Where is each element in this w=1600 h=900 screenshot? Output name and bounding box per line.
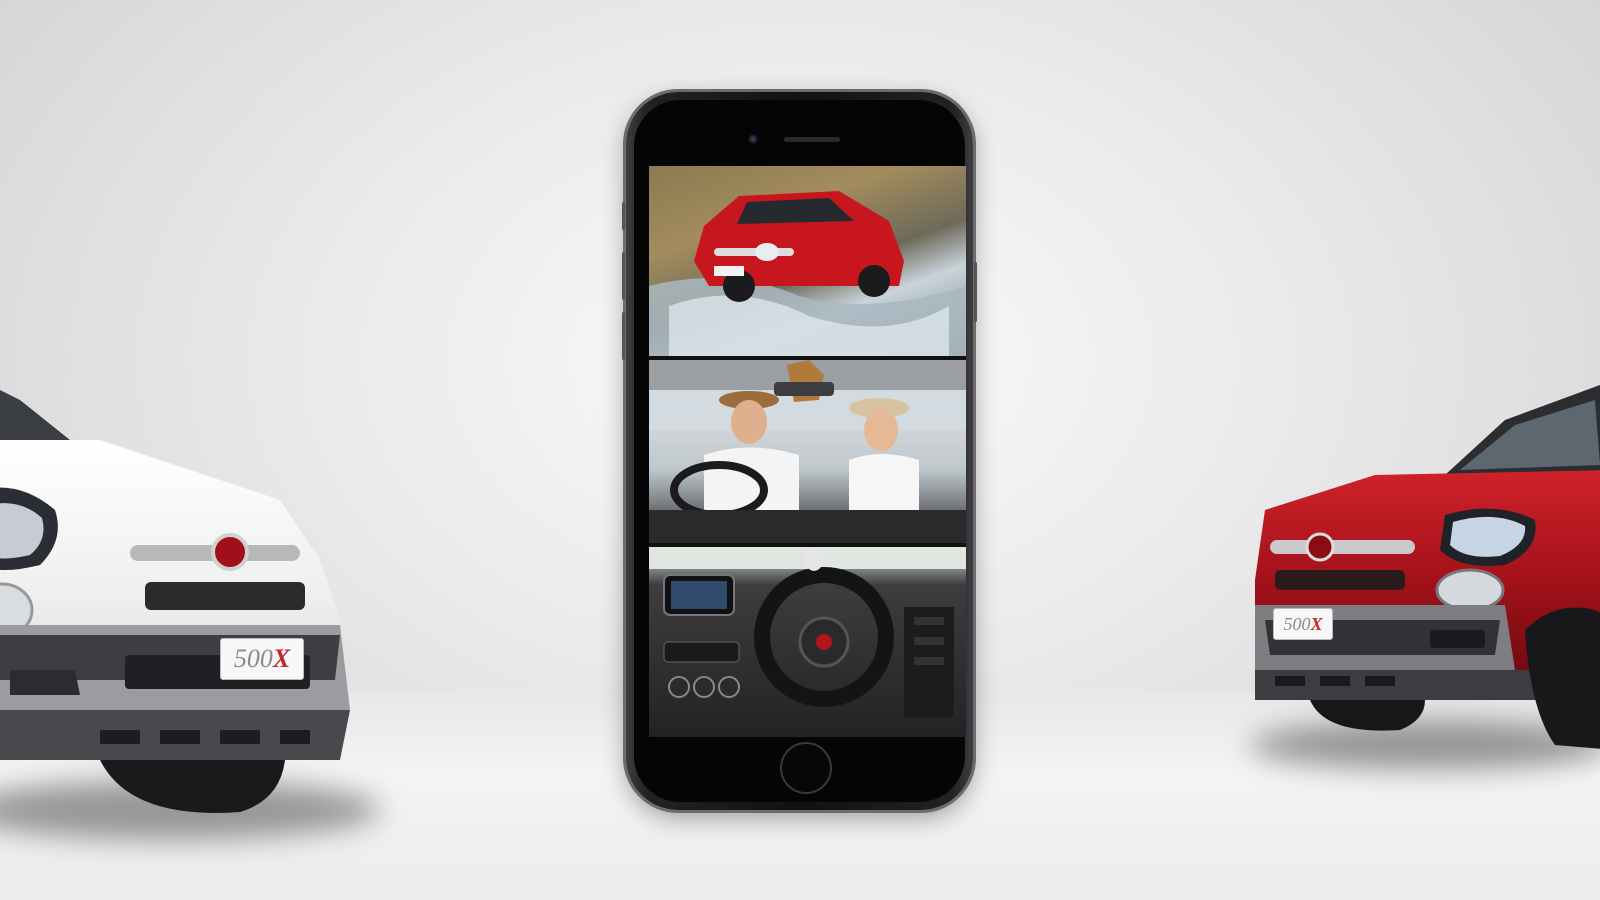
mute-switch [622,202,625,230]
dashboard-illustration [649,547,966,717]
panel-dashboard [649,547,966,737]
front-camera-icon [748,134,758,144]
offroad-scene-illustration [649,191,966,356]
volume-up-button [622,252,625,300]
volume-down-button [622,312,625,360]
left-white-car: 500 X [0,380,360,830]
left-car-illustration [0,390,350,813]
left-car-500x-badge: 500 X [220,638,304,680]
home-button[interactable] [780,742,832,794]
phone-bezel [634,100,966,802]
right-car-illustration [1255,385,1600,749]
right-car-500x-badge: 500 X [1273,608,1333,640]
smartphone [622,92,977,810]
panel-offroad-red-car [649,166,966,356]
couple-scene-illustration [649,360,966,543]
power-button [974,262,977,322]
phone-screen [649,166,966,737]
right-red-car: 500 X [1255,380,1600,760]
panel-couple-driving [649,360,966,543]
earpiece-speaker [784,137,840,142]
